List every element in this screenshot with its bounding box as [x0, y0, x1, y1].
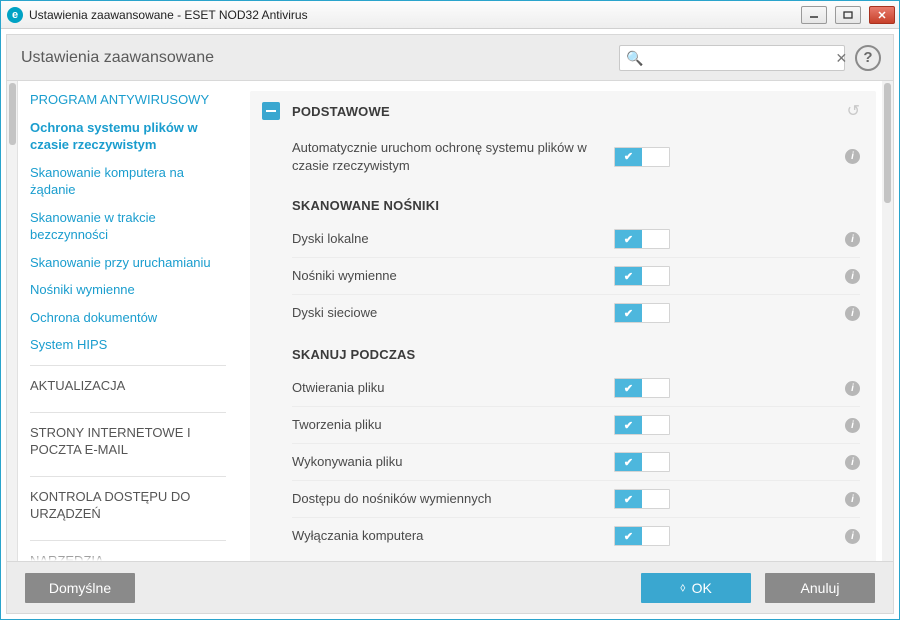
info-icon[interactable]: i — [845, 381, 860, 396]
setting-row-file-open: Otwierania pliku ✔ i — [292, 370, 860, 406]
setting-label: Otwierania pliku — [292, 379, 602, 397]
content-area: PODSTAWOWE ↺ Automatycznie uruchom ochro… — [240, 81, 882, 561]
setting-label: Wyłączania komputera — [292, 527, 602, 545]
sidebar-item-removable-media[interactable]: Nośniki wymienne — [30, 276, 226, 304]
setting-label: Dyski lokalne — [292, 230, 602, 248]
collapse-button[interactable] — [262, 102, 280, 120]
toggle-file-open[interactable]: ✔ — [614, 378, 670, 398]
sidebar-item-realtime-protection[interactable]: Ochrona systemu plików w czasie rzeczywi… — [30, 114, 226, 159]
check-icon: ✔ — [624, 233, 633, 246]
info-icon[interactable]: i — [845, 529, 860, 544]
setting-row-network-drives: Dyski sieciowe ✔ i — [292, 294, 860, 331]
close-button[interactable] — [869, 6, 895, 24]
setting-row-removable-media: Nośniki wymienne ✔ i — [292, 257, 860, 294]
toggle-removable-access[interactable]: ✔ — [614, 489, 670, 509]
info-icon[interactable]: i — [845, 269, 860, 284]
scrollbar-thumb[interactable] — [9, 83, 16, 145]
check-icon: ✔ — [624, 456, 633, 469]
setting-row-removable-access: Dostępu do nośników wymiennych ✔ i — [292, 480, 860, 517]
minimize-button[interactable] — [801, 6, 827, 24]
ok-button-label: OK — [692, 580, 712, 596]
clear-search-icon[interactable]: ✕ — [835, 51, 847, 65]
setting-label: Nośniki wymienne — [292, 267, 602, 285]
setting-label: Wykonywania pliku — [292, 453, 602, 471]
setting-row-local-drives: Dyski lokalne ✔ i — [292, 221, 860, 257]
topbar: Ustawienia zaawansowane 🔍 ✕ ? — [7, 35, 893, 81]
panel-header: PODSTAWOWE ↺ — [250, 91, 876, 127]
setting-row-file-execute: Wykonywania pliku ✔ i — [292, 443, 860, 480]
group-title-scanned-media: SKANOWANE NOŚNIKI — [292, 196, 860, 221]
toggle-shutdown[interactable]: ✔ — [614, 526, 670, 546]
setting-row-file-create: Tworzenia pliku ✔ i — [292, 406, 860, 443]
sidebar-item-document-protection[interactable]: Ochrona dokumentów — [30, 304, 226, 332]
info-icon[interactable]: i — [845, 418, 860, 433]
check-icon: ✔ — [624, 150, 633, 163]
scrollbar-thumb[interactable] — [884, 83, 891, 203]
sidebar-item-on-demand-scan[interactable]: Skanowanie komputera na żądanie — [30, 159, 226, 204]
dialog-body: Ustawienia zaawansowane 🔍 ✕ ? PROGRAM AN… — [6, 34, 894, 614]
check-icon: ✔ — [624, 307, 633, 320]
toggle-file-execute[interactable]: ✔ — [614, 452, 670, 472]
sidebar-section-device-control[interactable]: KONTROLA DOSTĘPU DO URZĄDZEŃ — [30, 476, 226, 534]
group-scanned-media: SKANOWANE NOŚNIKI Dyski lokalne ✔ i Nośn… — [250, 192, 876, 341]
help-button[interactable]: ? — [855, 45, 881, 71]
page-title: Ustawienia zaawansowane — [21, 49, 214, 67]
toggle-local-drives[interactable]: ✔ — [614, 229, 670, 249]
titlebar: e Ustawienia zaawansowane - ESET NOD32 A… — [1, 1, 899, 29]
sidebar-section-antivirus[interactable]: PROGRAM ANTYWIRUSOWY — [30, 89, 226, 114]
sidebar-section-web-email[interactable]: STRONY INTERNETOWE I POCZTA E-MAIL — [30, 412, 226, 470]
search-icon: 🔍 — [626, 51, 643, 65]
setting-row-shutdown: Wyłączania komputera ✔ i — [292, 517, 860, 554]
toggle-file-create[interactable]: ✔ — [614, 415, 670, 435]
toggle-removable-media[interactable]: ✔ — [614, 266, 670, 286]
defaults-button[interactable]: Domyślne — [25, 573, 135, 603]
window-title: Ustawienia zaawansowane - ESET NOD32 Ant… — [29, 8, 308, 22]
check-icon: ✔ — [624, 270, 633, 283]
toggle-autostart-protection[interactable]: ✔ — [614, 147, 670, 167]
app-logo-icon: e — [7, 7, 23, 23]
info-icon[interactable]: i — [845, 232, 860, 247]
sidebar-item-startup-scan[interactable]: Skanowanie przy uruchamianiu — [30, 249, 226, 277]
info-icon[interactable]: i — [845, 455, 860, 470]
check-icon: ✔ — [624, 493, 633, 506]
search-input[interactable] — [649, 49, 829, 66]
sidebar-scrollbar[interactable] — [7, 81, 18, 561]
setting-label: Dostępu do nośników wymiennych — [292, 490, 602, 508]
panel-basic: PODSTAWOWE ↺ Automatycznie uruchom ochro… — [250, 91, 876, 561]
panel-title: PODSTAWOWE — [292, 104, 390, 119]
sidebar-item-hips[interactable]: System HIPS — [30, 331, 226, 359]
setting-row-autostart-protection: Automatycznie uruchom ochronę systemu pl… — [292, 131, 860, 182]
app-window: e Ustawienia zaawansowane - ESET NOD32 A… — [0, 0, 900, 620]
reset-icon[interactable]: ↺ — [847, 101, 860, 121]
check-icon: ✔ — [624, 419, 633, 432]
shield-icon: ⬨ — [680, 580, 685, 595]
setting-label: Automatycznie uruchom ochronę systemu pl… — [292, 139, 602, 174]
content-scrollbar[interactable] — [882, 81, 893, 561]
ok-button[interactable]: ⬨ OK — [641, 573, 751, 603]
group-scan-on: SKANUJ PODCZAS Otwierania pliku ✔ i Twor… — [250, 341, 876, 561]
search-field[interactable]: 🔍 ✕ — [619, 45, 845, 71]
info-icon[interactable]: i — [845, 149, 860, 164]
group-title-scan-on: SKANUJ PODCZAS — [292, 345, 860, 370]
sidebar: PROGRAM ANTYWIRUSOWY Ochrona systemu pli… — [18, 81, 240, 561]
sidebar-item-idle-scan[interactable]: Skanowanie w trakcie bezczynności — [30, 204, 226, 249]
sidebar-section-update[interactable]: AKTUALIZACJA — [30, 365, 226, 406]
cancel-button[interactable]: Anuluj — [765, 573, 875, 603]
info-icon[interactable]: i — [845, 492, 860, 507]
maximize-button[interactable] — [835, 6, 861, 24]
info-icon[interactable]: i — [845, 306, 860, 321]
check-icon: ✔ — [624, 382, 633, 395]
setting-label: Dyski sieciowe — [292, 304, 602, 322]
check-icon: ✔ — [624, 530, 633, 543]
toggle-network-drives[interactable]: ✔ — [614, 303, 670, 323]
bottombar: Domyślne ⬨ OK Anuluj — [7, 561, 893, 613]
setting-label: Tworzenia pliku — [292, 416, 602, 434]
minus-icon — [266, 110, 276, 112]
group-general: Automatycznie uruchom ochronę systemu pl… — [250, 127, 876, 192]
